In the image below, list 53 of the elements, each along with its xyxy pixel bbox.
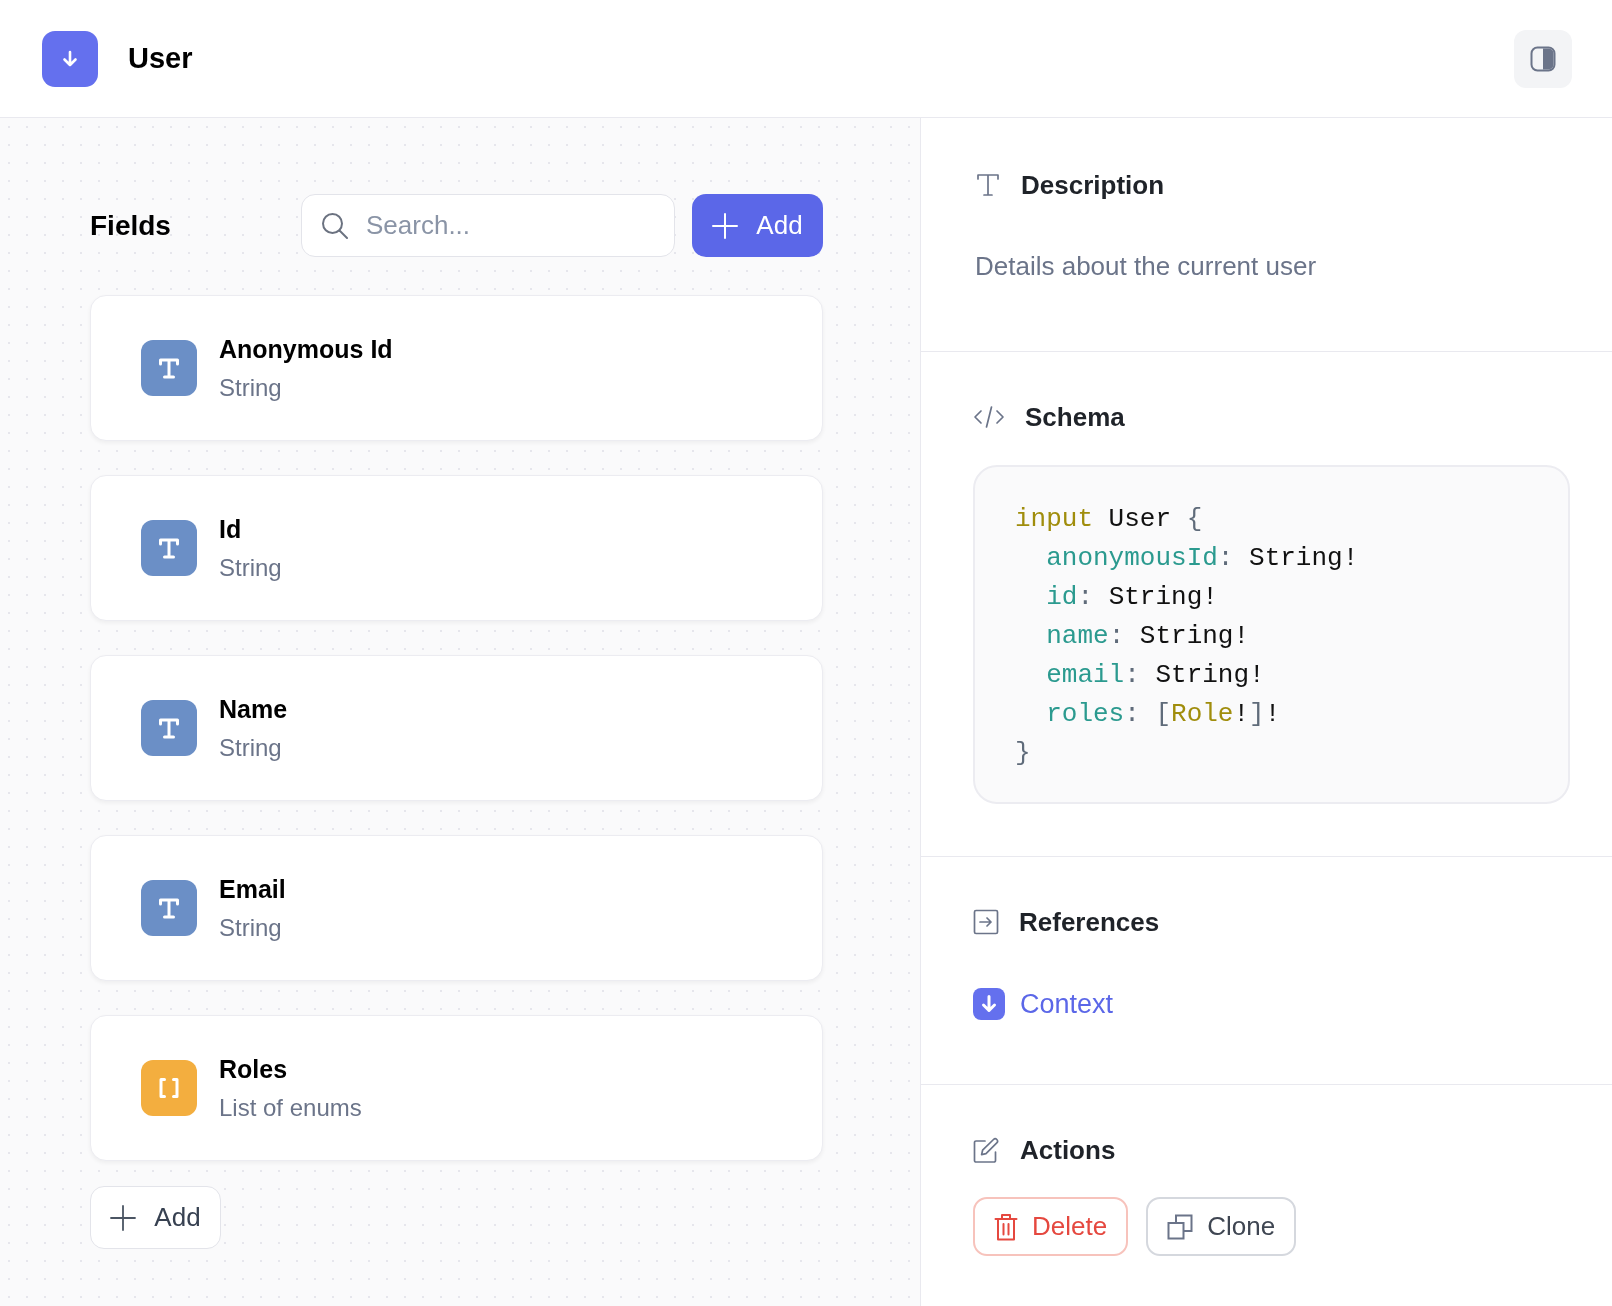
- field-type: String: [219, 552, 282, 583]
- field-type: String: [219, 372, 282, 403]
- field-card[interactable]: Anonymous Id String: [90, 295, 823, 441]
- field-name: Anonymous Id: [219, 333, 393, 365]
- text-type-icon: [141, 700, 197, 756]
- contrast-icon: [1530, 45, 1556, 72]
- text-type-icon: [141, 340, 197, 396]
- plus-icon: [712, 212, 739, 239]
- code-line: input User {: [1015, 503, 1203, 536]
- clone-button[interactable]: Clone: [1146, 1197, 1297, 1256]
- arrow-down-icon: [973, 988, 1005, 1021]
- field-name: Name: [219, 693, 288, 725]
- edit-icon: [973, 1136, 1000, 1164]
- text-type-icon: [141, 520, 197, 576]
- code-icon: [973, 404, 1005, 430]
- reference-link[interactable]: Context: [973, 984, 1114, 1025]
- plus-icon: [110, 1204, 137, 1231]
- section-heading: References: [1019, 909, 1160, 935]
- field-name: Id: [219, 513, 242, 545]
- code-line: name: String!: [1046, 620, 1250, 653]
- field-card[interactable]: Id String: [90, 475, 823, 621]
- code-line: }: [1015, 737, 1031, 770]
- arrow-in-box-icon: [973, 909, 999, 935]
- field-type: String: [219, 732, 282, 763]
- arrow-down-icon: [42, 30, 98, 87]
- field-type: String: [219, 912, 282, 943]
- text-icon: [975, 172, 1001, 198]
- code-line: anonymousId: String!: [1046, 542, 1359, 575]
- field-card[interactable]: Roles List of enums: [90, 1015, 823, 1161]
- code-line: email: String!: [1046, 659, 1265, 692]
- field-name: Roles: [219, 1053, 288, 1085]
- field-name: Email: [219, 873, 286, 905]
- code-line: roles: [Role!]!: [1046, 698, 1281, 731]
- field-type: List of enums: [219, 1092, 362, 1123]
- theme-toggle-button[interactable]: [1514, 29, 1572, 88]
- code-line: id: String!: [1046, 581, 1218, 614]
- search-icon: [321, 212, 348, 239]
- page-title: User: [128, 44, 193, 73]
- add-field-button[interactable]: Add: [90, 1186, 221, 1249]
- section-heading: Actions: [1020, 1137, 1116, 1163]
- search-field[interactable]: Search...: [301, 194, 675, 257]
- text-type-icon: [141, 880, 197, 936]
- brackets-icon: [141, 1060, 197, 1116]
- field-card[interactable]: Email String: [90, 835, 823, 981]
- description-text: Details about the current user: [975, 250, 1317, 282]
- section-heading: Schema: [1025, 404, 1125, 430]
- delete-button[interactable]: Delete: [973, 1197, 1129, 1256]
- add-button[interactable]: Add: [692, 194, 823, 257]
- section-heading: Description: [1021, 172, 1165, 198]
- field-card[interactable]: Name String: [90, 655, 823, 801]
- fields-heading: Fields: [90, 208, 171, 243]
- copy-icon: [1167, 1213, 1194, 1240]
- trash-icon: [994, 1212, 1018, 1241]
